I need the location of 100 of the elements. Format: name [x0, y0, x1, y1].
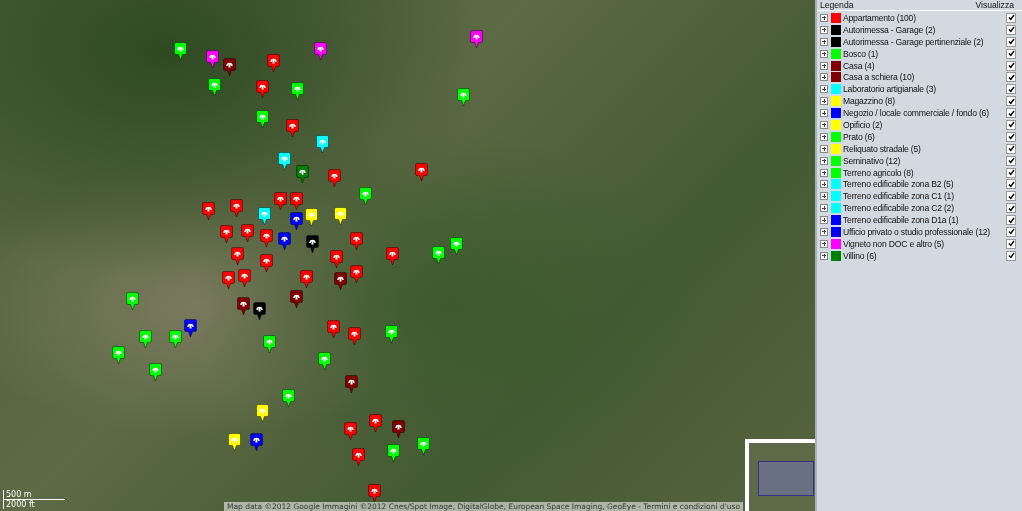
legend-title: Legenda [820, 0, 854, 10]
map-marker[interactable] [387, 444, 400, 462]
map-marker[interactable] [202, 202, 215, 220]
visibility-checkbox[interactable] [1006, 238, 1016, 249]
map-marker[interactable] [230, 199, 243, 217]
legend-label: Negozio / locale commerciale / fondo (6) [843, 108, 990, 119]
map-marker[interactable] [223, 58, 236, 76]
map-marker[interactable] [359, 187, 372, 205]
map-marker[interactable] [330, 250, 343, 268]
map-marker[interactable] [334, 207, 347, 225]
map-marker[interactable] [314, 42, 327, 60]
legend-label: Casa a schiera (10) [843, 72, 916, 83]
map-marker[interactable] [300, 270, 313, 288]
map-marker[interactable] [369, 414, 382, 432]
visibility-checkbox[interactable] [1006, 250, 1016, 261]
map-marker[interactable] [385, 325, 398, 343]
legend-label: Villino (6) [843, 250, 878, 261]
map-marker[interactable] [334, 272, 347, 290]
legend-label: Reliquato stradale (5) [843, 143, 922, 154]
legend-label: Terreno edificabile zona C2 (2) [843, 203, 955, 214]
visibility-checkbox[interactable] [1006, 155, 1016, 166]
visibility-checkbox[interactable] [1006, 72, 1016, 83]
map-marker[interactable] [291, 82, 304, 100]
map-marker[interactable] [139, 330, 152, 348]
visibility-checkbox[interactable] [1006, 167, 1016, 178]
map-marker[interactable] [278, 152, 291, 170]
map-marker[interactable] [184, 319, 197, 337]
visibility-checkbox[interactable] [1006, 60, 1016, 71]
visibility-checkbox[interactable] [1006, 131, 1016, 142]
map-marker[interactable] [344, 422, 357, 440]
visibility-checkbox[interactable] [1006, 215, 1016, 226]
map-marker[interactable] [318, 352, 331, 370]
map-marker[interactable] [350, 232, 363, 250]
map-marker[interactable] [286, 119, 299, 137]
map-marker[interactable] [352, 448, 365, 466]
map-marker[interactable] [267, 54, 280, 72]
legend-label: Appartamento (100) [843, 12, 917, 23]
map-marker[interactable] [290, 192, 303, 210]
map-marker[interactable] [260, 254, 273, 272]
visibility-checkbox[interactable] [1006, 179, 1016, 190]
map-marker[interactable] [253, 302, 266, 320]
map-marker[interactable] [305, 208, 318, 226]
map-marker[interactable] [348, 327, 361, 345]
map-marker[interactable] [345, 375, 358, 393]
map-marker[interactable] [112, 346, 125, 364]
map-marker[interactable] [256, 404, 269, 422]
legend-label: Opificio (2) [843, 119, 884, 130]
map-marker[interactable] [260, 229, 273, 247]
visibility-checkbox[interactable] [1006, 143, 1016, 154]
map-marker[interactable] [386, 247, 399, 265]
map-marker[interactable] [296, 165, 309, 183]
visibility-checkbox[interactable] [1006, 48, 1016, 59]
visibility-checkbox[interactable] [1006, 24, 1016, 35]
map-marker[interactable] [206, 50, 219, 68]
map-marker[interactable] [222, 271, 235, 289]
map-marker[interactable] [328, 169, 341, 187]
map-marker[interactable] [237, 297, 250, 315]
visibility-checkbox[interactable] [1006, 12, 1016, 23]
map-marker[interactable] [316, 135, 329, 153]
map-marker[interactable] [208, 78, 221, 96]
visibility-checkbox[interactable] [1006, 108, 1016, 119]
map-marker[interactable] [274, 192, 287, 210]
map-marker[interactable] [256, 80, 269, 98]
map-marker[interactable] [368, 484, 381, 502]
map-marker[interactable] [263, 335, 276, 353]
map-marker[interactable] [327, 320, 340, 338]
map-marker[interactable] [470, 30, 483, 48]
map-marker[interactable] [250, 433, 263, 451]
visibility-checkbox[interactable] [1006, 191, 1016, 202]
visibility-checkbox[interactable] [1006, 84, 1016, 95]
map-marker[interactable] [228, 433, 241, 451]
visibility-checkbox[interactable] [1006, 36, 1016, 47]
map-marker[interactable] [282, 389, 295, 407]
visibility-checkbox[interactable] [1006, 226, 1016, 237]
map-marker[interactable] [432, 246, 445, 264]
map-marker[interactable] [350, 265, 363, 283]
overview-map[interactable] [745, 439, 815, 511]
map-marker[interactable] [417, 437, 430, 455]
map-marker[interactable] [241, 224, 254, 242]
map-marker[interactable] [220, 225, 233, 243]
map-marker[interactable] [169, 330, 182, 348]
map-marker[interactable] [392, 420, 405, 438]
map-marker[interactable] [256, 110, 269, 128]
legend-label: Terreno edificabile zona C1 (1) [843, 191, 955, 202]
map-marker[interactable] [149, 363, 162, 381]
map-marker[interactable] [457, 88, 470, 106]
visibility-checkbox[interactable] [1006, 203, 1016, 214]
map-marker[interactable] [174, 42, 187, 60]
map-marker[interactable] [306, 235, 319, 253]
map-marker[interactable] [278, 232, 291, 250]
map-marker[interactable] [238, 269, 251, 287]
map-marker[interactable] [126, 292, 139, 310]
map-marker[interactable] [231, 247, 244, 265]
visibility-checkbox[interactable] [1006, 119, 1016, 130]
map-marker[interactable] [290, 290, 303, 308]
map-marker[interactable] [450, 237, 463, 255]
map-marker[interactable] [415, 163, 428, 181]
map-marker[interactable] [258, 207, 271, 225]
visibility-checkbox[interactable] [1006, 96, 1016, 107]
map-marker[interactable] [290, 212, 303, 230]
